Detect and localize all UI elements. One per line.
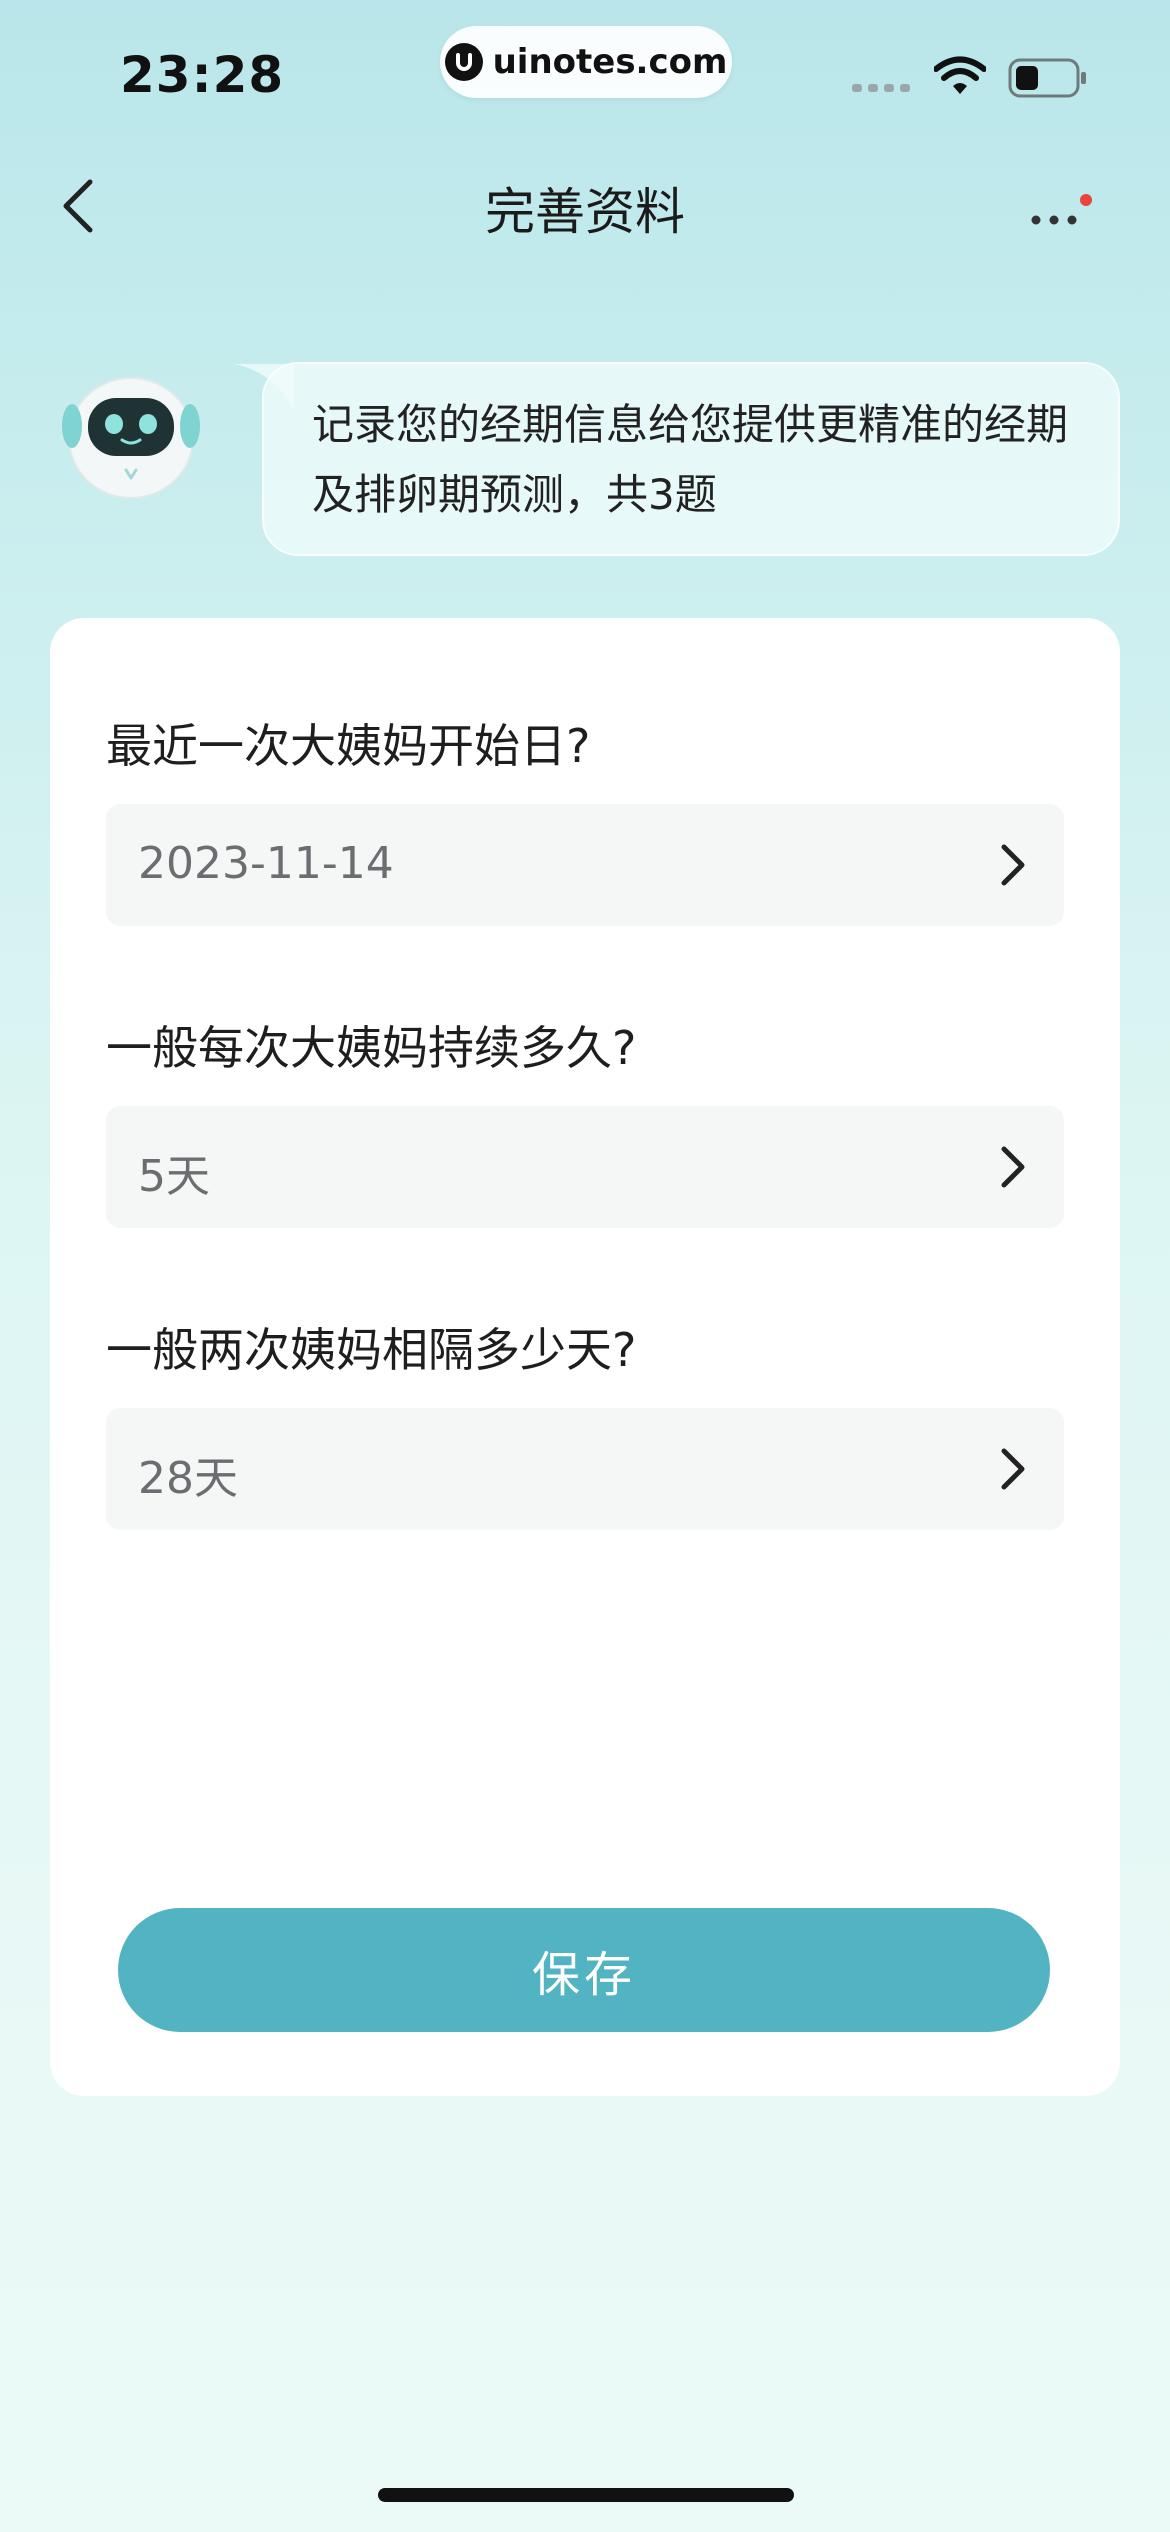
nav-header: 完善资料 [0, 160, 1170, 250]
uinotes-logo-icon [444, 43, 483, 81]
signal-icon [852, 84, 910, 92]
bot-avatar [56, 358, 206, 508]
cycle-length-field[interactable]: 28天 [106, 1408, 1064, 1530]
wifi-icon [933, 56, 987, 100]
question-label-last-period: 最近一次大姨妈开始日? [106, 719, 591, 773]
question-label-cycle-length: 一般两次姨妈相隔多少天? [106, 1323, 637, 1377]
period-duration-field[interactable]: 5天 [106, 1106, 1064, 1228]
field-value: 5天 [138, 1151, 210, 1202]
bot-message-bubble: 记录您的经期信息给您提供更精准的经期及排卵期预测，共3题 [262, 362, 1120, 556]
field-value: 28天 [138, 1453, 238, 1504]
more-dots-icon [1031, 194, 1092, 225]
question-label-period-duration: 一般每次大姨妈持续多久? [106, 1021, 637, 1075]
chevron-right-icon [1001, 844, 1025, 886]
bot-message-text: 记录您的经期信息给您提供更精准的经期及排卵期预测，共3题 [312, 400, 1069, 519]
notification-dot [1080, 194, 1092, 206]
save-button[interactable]: 保存 [118, 1908, 1050, 2032]
url-pill[interactable]: uinotes.com [440, 26, 732, 98]
more-button[interactable] [1026, 174, 1096, 238]
url-text: uinotes.com [492, 42, 728, 82]
status-bar: 23:28 uinotes.com [0, 0, 1170, 150]
field-value: 2023-11-14 [138, 838, 394, 889]
chevron-right-icon [1001, 1146, 1025, 1188]
home-indicator[interactable] [378, 2488, 794, 2502]
page-title: 完善资料 [485, 183, 685, 241]
robot-icon [62, 377, 200, 499]
last-period-date-field[interactable]: 2023-11-14 [106, 804, 1064, 926]
chevron-right-icon [1001, 1448, 1025, 1490]
battery-icon [1008, 58, 1088, 102]
save-button-label: 保存 [531, 1949, 636, 2002]
period-form-card: 最近一次大姨妈开始日? 2023-11-14 一般每次大姨妈持续多久? 5天 一… [50, 618, 1120, 2096]
status-time: 23:28 [120, 46, 285, 104]
